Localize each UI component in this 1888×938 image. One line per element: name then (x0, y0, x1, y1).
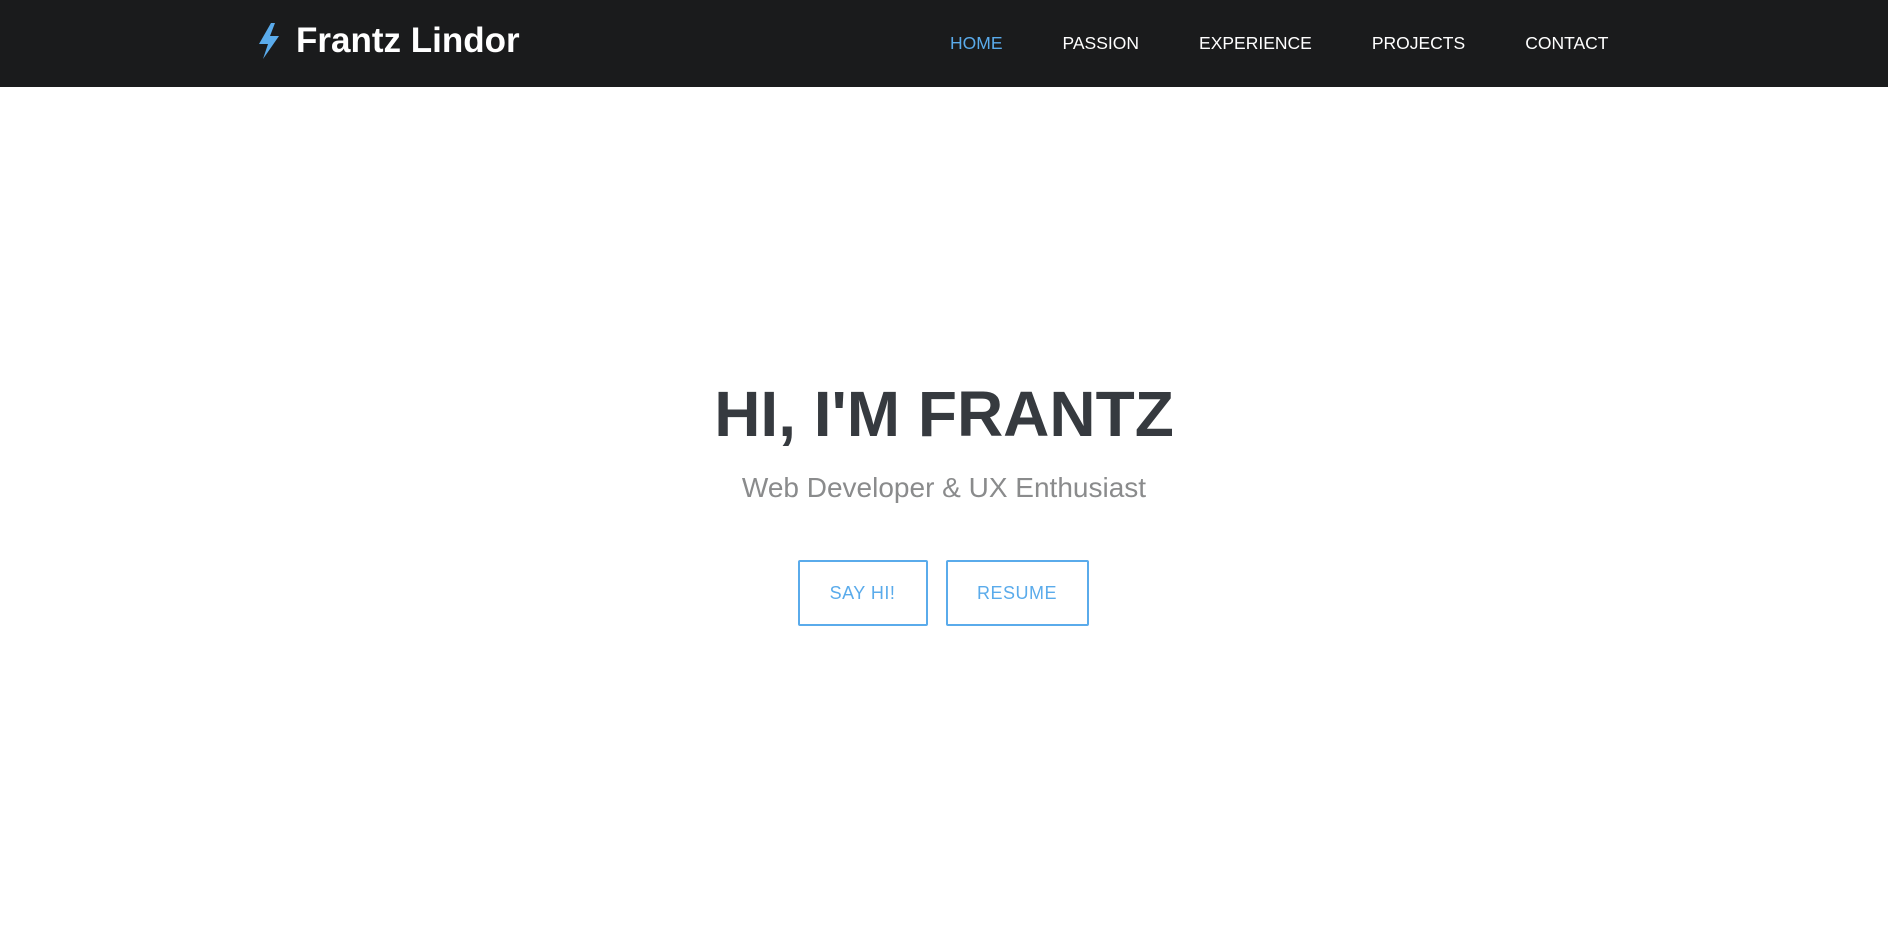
navbar: Frantz Lindor HOME PASSION EXPERIENCE PR… (0, 0, 1888, 87)
hero-buttons: SAY HI! RESUME (0, 560, 1888, 626)
say-hi-button[interactable]: SAY HI! (797, 560, 928, 626)
resume-button[interactable]: RESUME (945, 560, 1089, 626)
hero-section: HI, I'M FRANTZ Web Developer & UX Enthus… (0, 87, 1888, 938)
nav-link-contact[interactable]: CONTACT (1495, 23, 1638, 64)
brand-link[interactable]: Frantz Lindor (254, 16, 520, 66)
hero-title: HI, I'M FRANTZ (714, 378, 1174, 450)
nav-link-experience[interactable]: EXPERIENCE (1169, 23, 1342, 64)
hero-subtitle: Web Developer & UX Enthusiast (741, 472, 1147, 503)
main-nav: HOME PASSION EXPERIENCE PROJECTS CONTACT (920, 0, 1638, 87)
brand-name: Frantz Lindor (296, 21, 520, 60)
nav-link-passion[interactable]: PASSION (1033, 23, 1170, 64)
nav-link-home[interactable]: HOME (920, 23, 1033, 64)
nav-link-projects[interactable]: PROJECTS (1342, 23, 1495, 64)
lightning-bolt-icon (254, 21, 284, 61)
